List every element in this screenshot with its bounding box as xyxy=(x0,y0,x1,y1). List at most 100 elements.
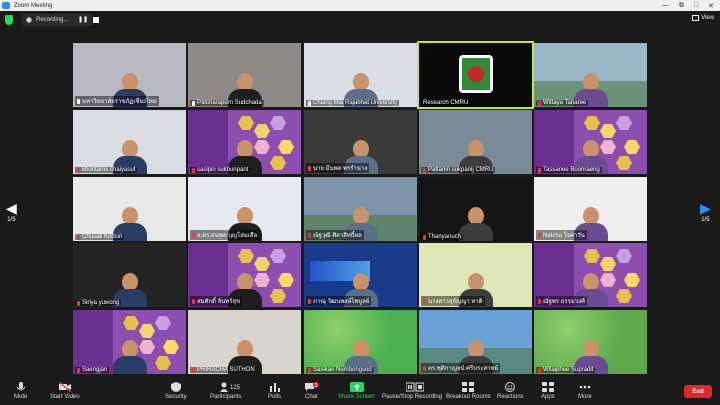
participant-name: Natcha ใจตาวัน xyxy=(536,230,587,240)
view-button[interactable]: View xyxy=(692,15,714,21)
pause-stop-recording-button[interactable]: Pause/Stop Recording xyxy=(382,382,442,400)
zoom-window: Zoom Meeting — ⧉ □ ✕ Recording... ❚❚ Vie… xyxy=(0,0,720,405)
participant-name: Saengjan xyxy=(75,367,110,373)
participant-name: Chiang Mai Rajabhat University xyxy=(306,100,400,106)
participant-tile[interactable]: PRIRACHA SUTHON xyxy=(188,310,301,374)
muted-mic-icon xyxy=(538,167,541,173)
hex-decoration xyxy=(270,289,286,303)
breakout-rooms-button[interactable]: Breakout Rooms xyxy=(446,382,491,400)
participant-name: Wittaya Tanaree xyxy=(536,100,589,106)
participants-icon: 125 xyxy=(219,382,240,392)
stop-recording-icon[interactable] xyxy=(93,17,99,23)
hex-decoration xyxy=(270,116,286,130)
hex-decoration xyxy=(155,356,171,370)
hex-decoration xyxy=(616,116,632,130)
minimize-icon[interactable]: — xyxy=(662,2,669,9)
participant-tile[interactable]: Natcha ใจตาวัน xyxy=(534,177,647,241)
polls-button[interactable]: Polls xyxy=(268,382,281,400)
page-indicator-left: 1/5 xyxy=(7,217,16,223)
participant-tile[interactable]: sasipin sukbunpant xyxy=(188,110,301,174)
reactions-button[interactable]: Reactions xyxy=(497,382,524,400)
hex-decoration xyxy=(238,249,254,263)
participant-name: Patcharaporn Sudchada xyxy=(190,100,264,106)
microphone-icon xyxy=(15,382,27,392)
recording-label: Recording... xyxy=(36,17,69,23)
participant-tile[interactable]: ณัฐวุฒิ ศิลาสิทธิ์ผล xyxy=(304,177,417,241)
participant-tile[interactable]: อ.ดร.ธนพล บุญโสมเสือ xyxy=(188,177,301,241)
participant-name-text: sasipin sukbunpant xyxy=(197,167,249,173)
participant-tile[interactable]: Chusak Kodsiri xyxy=(73,177,186,241)
muted-mic-icon xyxy=(423,365,426,371)
logo-seal xyxy=(468,66,484,82)
start-video-button[interactable]: Start Video xyxy=(50,381,80,400)
hex-decoration xyxy=(254,124,270,138)
participant-tile[interactable]: นางสาวสุกัญญา ทาติ xyxy=(419,243,532,307)
participant-tile[interactable]: ดร.ชุติกาญจน์ ศรีประสาทย์ xyxy=(419,310,532,374)
end-meeting-button[interactable]: End xyxy=(684,385,712,398)
participant-name-text: สมศักดิ์ จันทร์สุข xyxy=(197,299,241,305)
polls-icon xyxy=(269,382,281,392)
apps-label: Apps xyxy=(541,394,555,400)
participant-name: Sasikan Numbongsod xyxy=(306,367,374,373)
participants-label: Participants xyxy=(210,394,242,400)
participant-name: khontaros chaiyasut xyxy=(75,167,138,173)
view-label: View xyxy=(701,15,714,21)
participant-name-text: นางสาวสุกัญญา ทาติ xyxy=(428,299,483,305)
pause-recording-icon[interactable]: ❚❚ xyxy=(78,16,88,24)
breakout-rooms-label: Breakout Rooms xyxy=(446,394,491,400)
participant-tile[interactable]: Patcharaporn Sudchada xyxy=(188,43,301,107)
muted-mic-icon xyxy=(192,100,195,106)
previous-page-button[interactable]: ◀ 1/5 xyxy=(6,200,17,223)
participant-tile[interactable]: นาย มีนพล พรรำนาง xyxy=(304,110,417,174)
participant-tile[interactable]: Chiang Mai Rajabhat University xyxy=(304,43,417,107)
apps-button[interactable]: Apps xyxy=(541,382,555,400)
participant-tile[interactable]: ณัฐพร ธรรมวงศ์ xyxy=(534,243,647,307)
chat-icon: 2 xyxy=(305,382,320,392)
next-page-button[interactable]: ▶ 1/5 xyxy=(700,200,711,223)
participant-tile[interactable]: ภาณุ วัฒนพงษ์ไพบูลย์ xyxy=(304,243,417,307)
close-icon[interactable]: ✕ xyxy=(708,2,714,10)
participant-tile[interactable]: Wittaya Tanaree xyxy=(534,43,647,107)
maximize-icon[interactable]: □ xyxy=(694,2,698,9)
participant-name-text: PRIRACHA SUTHON xyxy=(197,367,255,373)
participant-name: Tassanee Boonraeng xyxy=(536,167,602,173)
security-shield-icon[interactable] xyxy=(5,15,13,25)
hex-decoration xyxy=(584,249,600,263)
participant-tile[interactable]: Thanyanuch xyxy=(419,177,532,241)
participant-tile[interactable]: สมศักดิ์ จันทร์สุข xyxy=(188,243,301,307)
participant-tile[interactable]: Siriya yuwong xyxy=(73,243,186,307)
pause-stop-label: Pause/Stop Recording xyxy=(382,394,443,400)
breakout-rooms-icon xyxy=(462,382,475,392)
participant-tile[interactable]: Sasikan Numbongsod xyxy=(304,310,417,374)
restore-icon[interactable]: ⧉ xyxy=(679,2,684,10)
participant-tile[interactable]: Tassanee Boonraeng xyxy=(534,110,647,174)
hex-decoration xyxy=(270,156,286,170)
more-button[interactable]: More xyxy=(578,382,592,400)
participants-button[interactable]: 125 Participants xyxy=(210,382,241,400)
chevron-left-icon: ◀ xyxy=(6,200,17,216)
participant-name: มหาวิทยาลัยราชภัฏเชียงใหม่ xyxy=(75,96,159,106)
participant-name: Wilaiphee Supradit xyxy=(536,367,596,373)
security-button[interactable]: Security xyxy=(165,382,187,400)
participant-name-text: ภาณุ วัฒนพงษ์ไพบูลย์ xyxy=(313,299,370,305)
participant-tile[interactable]: khontaros chaiyasut xyxy=(73,110,186,174)
muted-mic-icon xyxy=(192,367,195,373)
participant-tile[interactable]: Research CMRU xyxy=(417,41,534,109)
participant-tile[interactable]: Saengjan xyxy=(73,310,186,374)
banner-stripe xyxy=(73,310,113,374)
reactions-icon xyxy=(504,382,516,392)
page-indicator-right: 1/5 xyxy=(701,217,710,223)
participant-tile[interactable]: มหาวิทยาลัยราชภัฏเชียงใหม่ xyxy=(73,43,186,107)
participant-name: สมศักดิ์ จันทร์สุข xyxy=(190,296,243,306)
participant-name-text: นาย มีนพล พรรำนาง xyxy=(313,166,368,172)
participant-tile[interactable]: Pattanin sukpanij CMRU xyxy=(419,110,532,174)
participant-tile[interactable]: Wilaiphee Supradit xyxy=(534,310,647,374)
participant-name: Siriya yuwong xyxy=(75,300,122,306)
share-screen-button[interactable]: Share Screen xyxy=(338,382,375,400)
recording-icon xyxy=(26,17,32,23)
start-video-label: Start Video xyxy=(50,394,80,400)
mute-button[interactable]: Mute xyxy=(14,382,27,400)
zoom-app-icon xyxy=(2,2,10,9)
chat-button[interactable]: 2 Chat xyxy=(305,382,320,400)
muted-mic-icon xyxy=(77,300,80,306)
